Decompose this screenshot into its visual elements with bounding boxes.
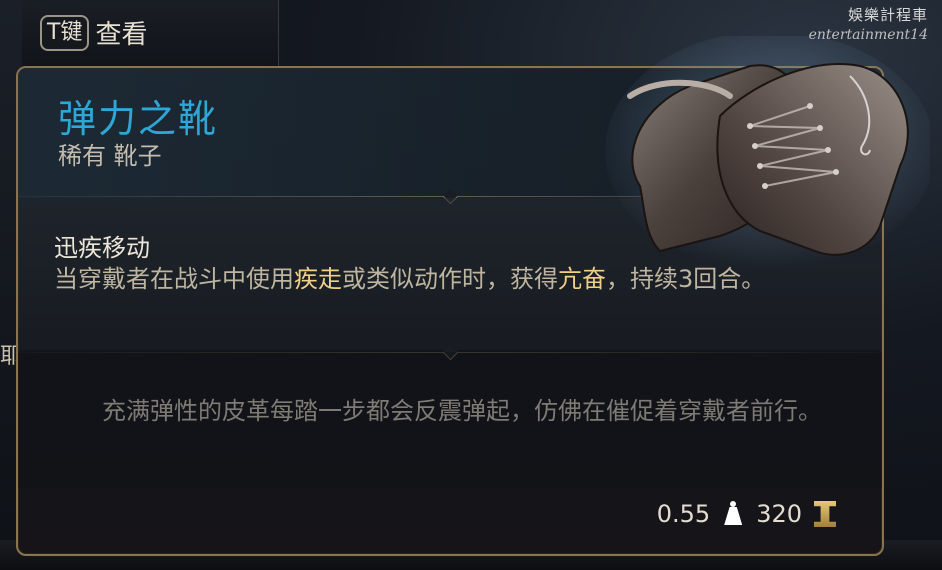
item-value: 320 [756,500,802,528]
weight-icon [722,501,744,527]
passive-desc-text-1: 当穿戴者在战斗中使用 [54,265,294,293]
gold-coin-icon [814,501,836,527]
leather-boots-icon [605,36,930,271]
item-footer: 0.55 320 [657,500,836,528]
keyword-heightened[interactable]: 亢奋 [558,265,606,293]
inspect-key-hint[interactable]: T键 查看 [40,14,147,51]
item-rarity-type: 稀有 靴子 [58,142,162,170]
item-name: 弹力之靴 [58,97,219,141]
passive-desc-text-2: 或类似动作时，获得 [342,265,558,293]
inspect-label: 查看 [95,20,148,50]
game-screen: 耶 T键 查看 娛樂計程車 entertainment14 弹力之靴 稀有 靴子… [0,0,942,570]
flavor-text: 充满弹性的皮革每踏一步都会反震弹起，仿佛在催促着穿戴者前行。 [102,397,822,425]
keyword-dash[interactable]: 疾走 [294,265,342,293]
watermark-chinese: 娛樂計程車 [847,6,928,24]
passive-title: 迅疾移动 [54,234,150,262]
item-weight: 0.55 [656,500,711,528]
t-key-badge[interactable]: T键 [40,14,90,51]
